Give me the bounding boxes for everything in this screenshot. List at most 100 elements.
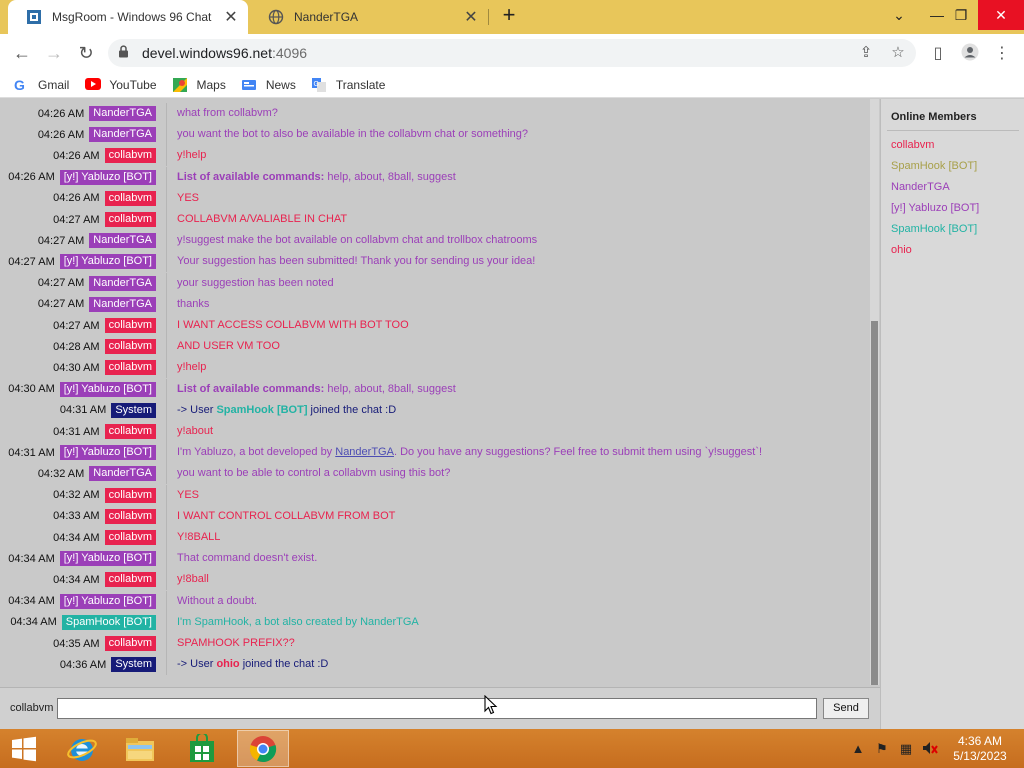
message-meta: 04:30 AM collabvm — [0, 357, 166, 378]
address-bar[interactable]: devel.windows96.net:4096 ⇪ ☆ — [108, 39, 916, 67]
tab-nandertga[interactable]: NanderTGA ✕ — [250, 0, 488, 34]
message-username-badge[interactable]: SpamHook [BOT] — [61, 614, 156, 630]
forward-arrow-icon[interactable]: → — [42, 41, 66, 65]
more-menu-icon[interactable]: ⋮ — [992, 43, 1012, 63]
message-username-badge[interactable]: collabvm — [104, 487, 156, 503]
member-item[interactable]: SpamHook [BOT] — [891, 223, 977, 235]
message-body: I WANT ACCESS COLLABVM WITH BOT TOO — [177, 319, 409, 331]
chat-message-row: 04:36 AM System -> User ohio joined the ch… — [0, 654, 870, 676]
bookmark-star-icon[interactable]: ☆ — [888, 43, 908, 61]
share-icon[interactable]: ⇪ — [856, 43, 876, 61]
restore-icon[interactable]: ❐ — [944, 0, 978, 30]
message-username-badge[interactable]: NanderTGA — [89, 466, 156, 482]
message-time: 04:27 AM — [53, 213, 100, 226]
member-item[interactable]: NanderTGA — [891, 181, 950, 193]
bookmark-gmail[interactable]: G Gmail — [14, 77, 69, 93]
message-time: 04:34 AM — [8, 595, 55, 608]
message-username-badge[interactable]: collabvm — [104, 360, 156, 376]
message-username-badge[interactable]: [y!] Yabluzo [BOT] — [59, 593, 156, 609]
message-username-badge[interactable]: [y!] Yabluzo [BOT] — [59, 254, 156, 270]
message-meta: 04:32 AM collabvm — [0, 485, 166, 506]
message-time: 04:34 AM — [53, 531, 100, 544]
tab-close-icon[interactable]: ✕ — [460, 7, 482, 27]
tab-search-chevron-icon[interactable]: ⌄ — [882, 0, 916, 30]
message-time: 04:27 AM — [53, 319, 100, 332]
member-item[interactable]: SpamHook [BOT] — [891, 160, 977, 172]
scrollbar-thumb[interactable] — [871, 321, 878, 685]
back-arrow-icon[interactable]: ← — [10, 41, 34, 65]
taskbar-internet-explorer[interactable] — [56, 730, 108, 767]
message-username-badge[interactable]: NanderTGA — [89, 296, 156, 312]
message-username-badge[interactable]: [y!] Yabluzo [BOT] — [59, 551, 156, 567]
youtube-icon — [85, 77, 102, 92]
side-panel-icon[interactable]: ▯ — [928, 43, 948, 63]
message-body: y!suggest make the bot available on coll… — [177, 234, 538, 247]
lock-icon[interactable] — [118, 45, 132, 61]
message-meta: 04:27 AM NanderTGA — [0, 230, 166, 251]
bookmark-maps[interactable]: Maps — [172, 77, 226, 92]
member-item[interactable]: collabvm — [891, 139, 934, 151]
message-username-badge[interactable]: System — [111, 657, 156, 673]
message-username-badge[interactable]: NanderTGA — [89, 233, 156, 249]
current-username[interactable]: collabvm — [10, 702, 53, 714]
send-button[interactable]: Send — [823, 698, 869, 719]
message-body: y!help — [177, 149, 207, 162]
start-button[interactable] — [0, 730, 48, 767]
message-text: I WANT CONTROL COLLABVM FROM BOT — [166, 505, 395, 527]
message-input[interactable] — [57, 698, 817, 719]
member-item[interactable]: ohio — [891, 244, 912, 256]
message-username-badge[interactable]: collabvm — [104, 424, 156, 439]
tab-title: MsgRoom - Windows 96 Chat — [52, 10, 212, 24]
message-username-badge[interactable]: collabvm — [104, 339, 156, 355]
message-time: 04:34 AM — [8, 552, 55, 565]
message-username-badge[interactable]: collabvm — [104, 190, 156, 206]
new-tab-plus-icon[interactable]: + — [498, 4, 520, 27]
joined-username[interactable]: ohio — [216, 658, 239, 670]
message-username-badge[interactable]: collabvm — [104, 530, 156, 545]
message-body: help, about, 8ball, suggest — [324, 382, 456, 395]
message-username-badge[interactable]: collabvm — [104, 636, 156, 651]
bookmark-youtube[interactable]: YouTube — [85, 77, 157, 92]
message-username-badge[interactable]: collabvm — [104, 508, 156, 524]
chat-message-row: 04:32 AM collabvm YES — [0, 484, 870, 506]
online-members-panel: Online Members collabvm SpamHook [BOT] Nan… — [880, 99, 1024, 729]
message-username-badge[interactable]: [y!] Yabluzo [BOT] — [59, 381, 156, 397]
reload-icon[interactable]: ↻ — [74, 41, 98, 65]
message-username-badge[interactable]: collabvm — [104, 212, 156, 227]
show-hidden-icons-chevron-icon[interactable]: ▲ — [850, 741, 866, 756]
taskbar-store[interactable] — [176, 730, 228, 767]
chat-message-row: 04:27 AM collabvm COLLABVM A/VALIABLE IN C… — [0, 209, 870, 230]
message-time: 04:27 AM — [37, 234, 85, 247]
message-username-badge[interactable]: [y!] Yabluzo [BOT] — [59, 169, 156, 185]
profile-avatar-icon[interactable] — [960, 43, 980, 66]
message-username-badge[interactable]: collabvm — [104, 318, 156, 333]
message-body: Without a doubt. — [177, 594, 258, 607]
message-link[interactable]: NanderTGA — [335, 446, 394, 458]
message-username-badge[interactable]: collabvm — [104, 572, 156, 588]
close-window-icon[interactable]: ✕ — [978, 0, 1024, 30]
tab-close-icon[interactable]: ✕ — [220, 7, 242, 27]
message-username-badge[interactable]: NanderTGA — [89, 127, 156, 143]
message-username-badge[interactable]: [y!] Yabluzo [BOT] — [59, 445, 156, 461]
message-username-badge[interactable]: System — [111, 402, 156, 418]
chat-scrollbar[interactable] — [870, 99, 879, 685]
flag-icon[interactable]: ⚑ — [874, 741, 890, 757]
message-text: YES — [166, 484, 199, 506]
volume-muted-icon[interactable] — [922, 741, 938, 758]
message-username-badge[interactable]: collabvm — [104, 148, 156, 164]
member-item[interactable]: [y!] Yabluzo [BOT] — [891, 202, 979, 214]
tab-msgroom[interactable]: MsgRoom - Windows 96 Chat ✕ — [8, 0, 248, 34]
bookmark-news[interactable]: News — [241, 78, 296, 92]
message-meta: 04:34 AM [y!] Yabluzo [BOT] — [0, 548, 166, 569]
system-clock[interactable]: 4:36 AM 5/13/2023 — [944, 734, 1016, 764]
joined-username[interactable]: SpamHook [BOT] — [216, 404, 307, 416]
taskbar-chrome[interactable] — [237, 730, 289, 767]
chat-log: 04:26 AM NanderTGA what from collabvm? 04:2… — [0, 103, 870, 685]
message-username-badge[interactable]: NanderTGA — [89, 106, 156, 121]
network-icon[interactable]: ▦ — [898, 741, 914, 757]
bookmark-translate[interactable]: G Translate — [311, 77, 385, 92]
message-body: y!help — [177, 361, 207, 374]
message-username-badge[interactable]: NanderTGA — [89, 275, 156, 291]
chat-message-row: 04:30 AM [y!] Yabluzo [BOT] List of availa… — [0, 378, 870, 400]
taskbar-file-explorer[interactable] — [114, 730, 166, 767]
